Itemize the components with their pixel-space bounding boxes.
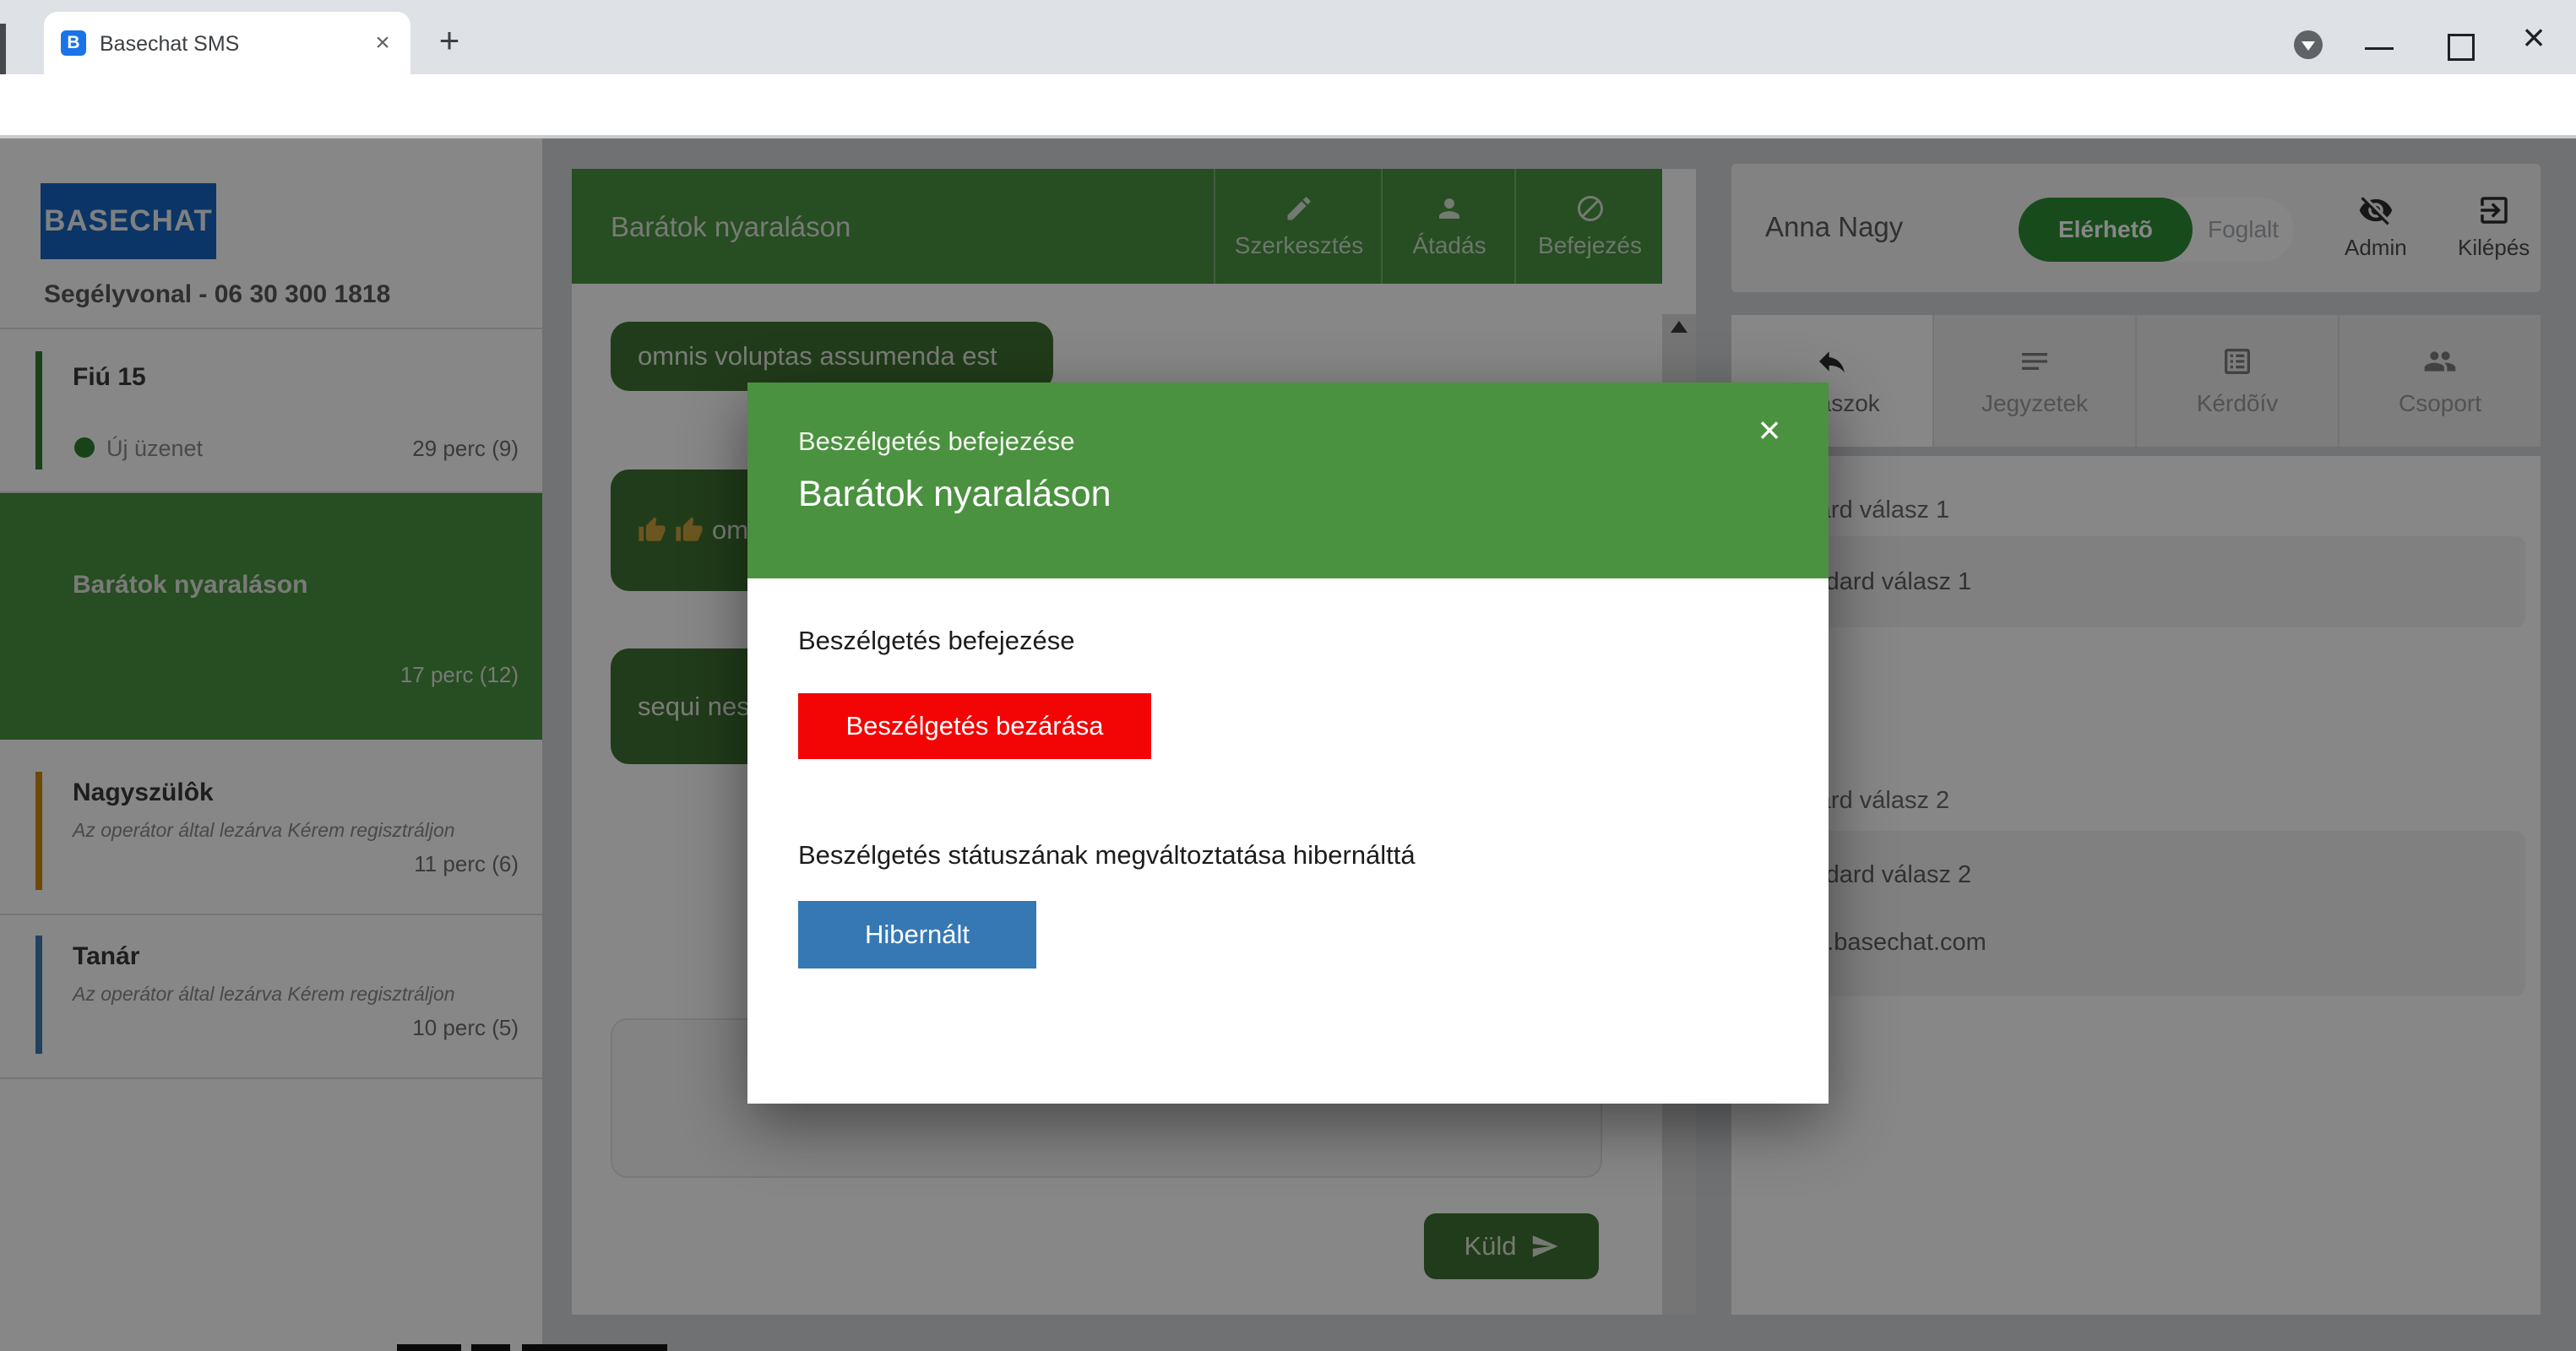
modal-header: Beszélgetés befejezése Barátok nyaraláso… [747, 383, 1829, 578]
modal-title: Barátok nyaraláson [798, 474, 1111, 515]
finish-conversation-modal: Beszélgetés befejezése Barátok nyaraláso… [747, 383, 1829, 1104]
new-tab-button[interactable]: + [431, 22, 468, 59]
tab-title: Basechat SMS [100, 32, 239, 57]
close-conversation-button[interactable]: Beszélgetés bezárása [798, 693, 1151, 759]
browser-toolbar: smsloho.basechat.com/BasechatSMS/16_1843… [0, 74, 2576, 135]
tab-favicon: B [61, 30, 86, 56]
browser-tabstrip: B Basechat SMS × + × [0, 0, 2576, 74]
modal-kicker: Beszélgetés befejezése [798, 426, 1074, 457]
screen: B Basechat SMS × + × smsloho.basechat.co… [0, 0, 2576, 1351]
window-minimize-button[interactable] [2365, 47, 2394, 50]
modal-close-icon[interactable]: × [1744, 404, 1795, 455]
window-maximize-button[interactable] [2448, 34, 2475, 61]
hibernate-button[interactable]: Hibernált [798, 901, 1036, 968]
browser-tab[interactable]: B Basechat SMS × [44, 12, 410, 74]
tab-close-icon[interactable]: × [367, 27, 399, 59]
window-close-button[interactable]: × [2510, 14, 2557, 61]
modal-section1-label: Beszélgetés befejezése [798, 626, 1074, 656]
window-edge [0, 24, 6, 74]
chrome-update-chevron-icon[interactable] [2294, 30, 2323, 59]
modal-section2-label: Beszélgetés státuszának megváltoztatása … [798, 840, 1416, 871]
